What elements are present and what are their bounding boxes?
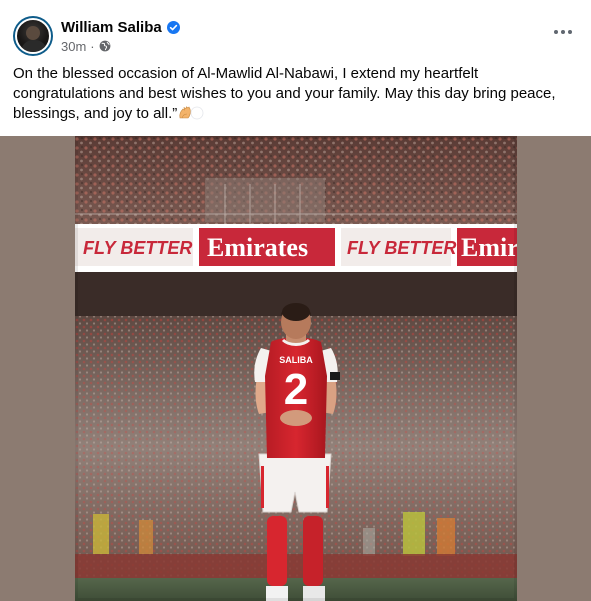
board-text-1: FLY BETTER <box>83 238 192 258</box>
stand-stairs <box>205 178 325 222</box>
board-text-4: Emir <box>461 233 517 262</box>
post-photo[interactable]: FLY BETTER Emirates FLY BETTER Emir SALI… <box>75 136 517 601</box>
more-options-icon[interactable] <box>551 22 575 42</box>
post-header: William Saliba 30m · <box>0 0 591 62</box>
post-meta: 30m · <box>61 38 111 54</box>
facebook-post: William Saliba 30m · On the blessed occa <box>0 0 591 601</box>
caption-text: On the blessed occasion of Al-Mawlid Al-… <box>13 65 556 122</box>
praying-hands-emoji-icon <box>178 106 204 126</box>
author-name[interactable]: William Saliba <box>61 19 162 36</box>
board-text-3: FLY BETTER <box>347 238 456 258</box>
pitch-grass <box>75 578 517 601</box>
post-caption: On the blessed occasion of Al-Mawlid Al-… <box>13 64 579 126</box>
avatar-photo <box>15 18 51 54</box>
pitch-side-wall <box>75 554 517 580</box>
shirt-name: SALIBA <box>279 355 313 365</box>
board-text-2: Emirates <box>207 233 308 262</box>
verified-badge-icon <box>166 20 180 34</box>
author-avatar[interactable] <box>13 16 53 56</box>
globe-icon[interactable] <box>99 40 111 52</box>
post-photo-container[interactable]: FLY BETTER Emirates FLY BETTER Emir SALI… <box>0 136 591 601</box>
shirt-number: 2 <box>284 365 308 414</box>
meta-separator: · <box>90 38 95 54</box>
post-timestamp[interactable]: 30m <box>61 39 86 54</box>
author-name-row: William Saliba <box>61 17 180 37</box>
